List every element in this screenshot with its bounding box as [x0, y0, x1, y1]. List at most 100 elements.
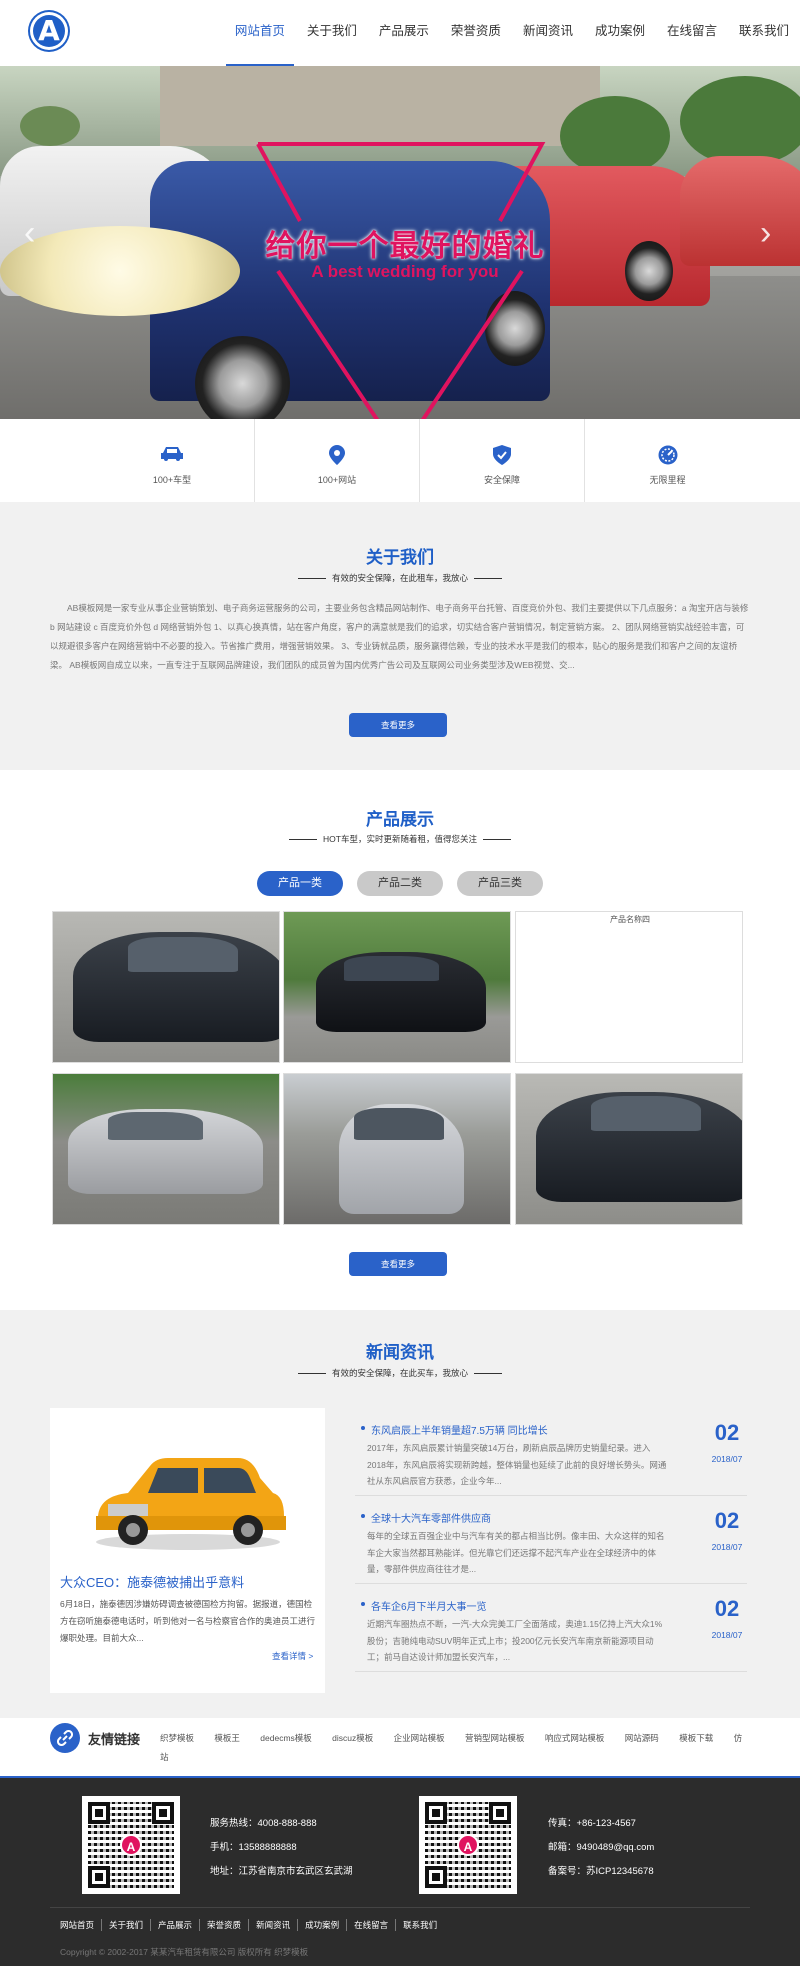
footer-contact-left: 服务热线：4008-888-888 手机：13588888888 地址：江苏省南…: [210, 1812, 353, 1884]
featured-news-card[interactable]: 大众CEO：施泰德被捕出乎意料 6月18日，施泰德因涉嫌妨碍调查被德国检方拘留。…: [50, 1408, 325, 1693]
featured-news-image: [96, 1458, 286, 1550]
news-item-day: 02: [714, 1420, 740, 1445]
location-icon: [255, 445, 419, 465]
feature-label: 安全保障: [483, 475, 520, 485]
product-card[interactable]: [52, 911, 280, 1063]
banner-tree: [680, 76, 800, 166]
footer-divider: [50, 1907, 750, 1908]
friend-link[interactable]: 响应式网站模板: [545, 1733, 605, 1743]
news-subtitle: 有效的安全保障，在此买车，我放心: [0, 1367, 800, 1379]
banner-tree: [20, 106, 80, 146]
footer-nav-item[interactable]: 成功案例: [297, 1919, 346, 1931]
footer-nav-item[interactable]: 新闻资讯: [248, 1919, 297, 1931]
news-item-desc: 每年的全球五百强企业中与汽车有关的都占相当比例。像丰田、大众这样的知名车企大家当…: [367, 1531, 665, 1574]
banner-title: 给你一个最好的婚礼: [265, 230, 545, 263]
news-item[interactable]: 东风启辰上半年销量超7.5万辆 同比增长 2017年，东风启辰累计销量突破14万…: [355, 1408, 747, 1496]
tab-product-category-3[interactable]: 产品三类: [457, 871, 543, 896]
nav-item-products[interactable]: 产品展示: [370, 0, 438, 66]
feature-item[interactable]: 100+网站: [255, 419, 420, 502]
news-item-title[interactable]: 各车企6月下半月大事一览: [361, 1598, 487, 1613]
about-title: 关于我们: [366, 548, 434, 567]
footer-contact-right: 传真：+86-123-4567 邮箱：9490489@qq.com 备案号：苏I…: [548, 1812, 654, 1884]
about-subtitle: 有效的安全保障，在此租车，我放心: [0, 572, 800, 584]
news-item-date: 2018/07: [711, 1630, 743, 1640]
products-more-button[interactable]: 查看更多: [349, 1252, 447, 1276]
friend-link[interactable]: 企业网站模板: [394, 1733, 445, 1743]
friend-link[interactable]: 模板王: [214, 1733, 240, 1743]
nav-item-cases[interactable]: 成功案例: [586, 0, 654, 66]
friend-link[interactable]: 织梦模板: [160, 1733, 194, 1743]
product-image-window: [344, 956, 439, 981]
product-card[interactable]: [52, 1073, 280, 1225]
footer-nav-item[interactable]: 在线留言: [346, 1919, 395, 1931]
news-item-date: 2018/07: [711, 1454, 743, 1464]
product-card[interactable]: 产品名称四: [515, 911, 743, 1063]
product-card[interactable]: [283, 1073, 511, 1225]
link-icon: [50, 1723, 80, 1753]
qr-code: A: [82, 1796, 180, 1894]
shield-icon: [420, 445, 584, 465]
product-grid: 产品名称四: [52, 911, 743, 1225]
friend-link[interactable]: dedecms模板: [260, 1733, 312, 1743]
product-card[interactable]: [283, 911, 511, 1063]
nav-item-news[interactable]: 新闻资讯: [514, 0, 582, 66]
nav-item-contact[interactable]: 联系我们: [730, 0, 798, 66]
friend-link[interactable]: 模板下载: [679, 1733, 713, 1743]
banner-prev-arrow-icon[interactable]: ‹: [24, 214, 35, 253]
footer-nav-item[interactable]: 联系我们: [395, 1919, 444, 1931]
footer-fax: 传真：+86-123-4567: [548, 1818, 636, 1829]
banner-red-car: [680, 156, 800, 266]
feature-item[interactable]: 100+车型: [90, 419, 255, 502]
feature-label: 无限里程: [649, 475, 686, 485]
news-item[interactable]: 全球十大汽车零部件供应商 每年的全球五百强企业中与汽车有关的都占相当比例。像丰田…: [355, 1496, 747, 1584]
footer-nav-item[interactable]: 关于我们: [101, 1919, 150, 1931]
site-footer: A 服务热线：4008-888-888 手机：13588888888 地址：江苏…: [0, 1776, 800, 1966]
nav-item-home[interactable]: 网站首页: [225, 0, 294, 66]
product-image-window: [108, 1112, 203, 1140]
tab-product-category-1[interactable]: 产品一类: [257, 871, 343, 896]
nav-item-message[interactable]: 在线留言: [658, 0, 726, 66]
featured-news-desc: 6月18日，施泰德因涉嫌妨碍调查被德国检方拘留。据报道，德国检方在窃听施泰德电话…: [60, 1599, 316, 1643]
footer-hotline: 服务热线：4008-888-888: [210, 1818, 317, 1829]
footer-nav-item[interactable]: 网站首页: [60, 1919, 101, 1931]
qr-logo: A: [457, 1834, 479, 1856]
product-card[interactable]: [515, 1073, 743, 1225]
friend-link[interactable]: 网站源码: [625, 1733, 659, 1743]
friend-links-list: 织梦模板 模板王 dedecms模板 discuz模板 企业网站模板 营销型网站…: [160, 1729, 750, 1767]
featured-news-title[interactable]: 大众CEO：施泰德被捕出乎意料: [60, 1572, 244, 1591]
feature-item[interactable]: 无限里程: [585, 419, 750, 502]
site-logo[interactable]: A: [30, 12, 68, 50]
news-title: 新闻资讯: [366, 1343, 434, 1362]
news-item[interactable]: 各车企6月下半月大事一览 近期汽车圈热点不断，一汽-大众完美工厂全面落成，奥迪1…: [355, 1584, 747, 1672]
banner-tree: [560, 96, 670, 176]
main-nav: 网站首页 关于我们 产品展示 荣誉资质 新闻资讯 成功案例 在线留言 联系我们: [224, 0, 800, 66]
copyright: Copyright © 2002-2017 某某汽车租赁有限公司 版权所有 织梦…: [60, 1947, 309, 1957]
nav-item-about[interactable]: 关于我们: [298, 0, 366, 66]
hero-banner[interactable]: 给你一个最好的婚礼 A best wedding for you ‹ ›: [0, 66, 800, 419]
about-more-button[interactable]: 查看更多: [349, 713, 447, 737]
product-image-window: [591, 1096, 701, 1131]
friend-link[interactable]: discuz模板: [332, 1733, 373, 1743]
news-item-desc: 2017年，东风启辰累计销量突破14万台，刷新启辰品牌历史销量纪录。进入2018…: [367, 1443, 667, 1486]
footer-nav-item[interactable]: 荣誉资质: [199, 1919, 248, 1931]
product-tabs: 产品一类 产品二类 产品三类: [0, 871, 800, 896]
products-title: 产品展示: [366, 810, 434, 829]
tab-product-category-2[interactable]: 产品二类: [357, 871, 443, 896]
news-item-date: 2018/07: [711, 1542, 743, 1552]
featured-news-more-link[interactable]: 查看详情 >: [272, 1650, 313, 1662]
news-item-day: 02: [714, 1508, 740, 1533]
news-item-title[interactable]: 全球十大汽车零部件供应商: [361, 1510, 491, 1525]
news-item-title[interactable]: 东风启辰上半年销量超7.5万辆 同比增长: [361, 1422, 548, 1437]
car-icon: [90, 445, 254, 465]
product-image-window: [354, 1108, 444, 1140]
footer-nav-item[interactable]: 产品展示: [150, 1919, 199, 1931]
feature-item[interactable]: 安全保障: [420, 419, 585, 502]
banner-next-arrow-icon[interactable]: ›: [760, 214, 771, 253]
site-header: A 网站首页 关于我们 产品展示 荣誉资质 新闻资讯 成功案例 在线留言 联系我…: [0, 0, 800, 66]
nav-item-honors[interactable]: 荣誉资质: [442, 0, 510, 66]
qr-logo: A: [120, 1834, 142, 1856]
footer-email: 邮箱：9490489@qq.com: [548, 1842, 655, 1853]
products-subtitle: HOT车型，实时更新随着租，值得您关注: [0, 833, 800, 845]
friend-link[interactable]: 营销型网站模板: [465, 1733, 525, 1743]
footer-icp: 备案号：苏ICP12345678: [548, 1866, 654, 1877]
